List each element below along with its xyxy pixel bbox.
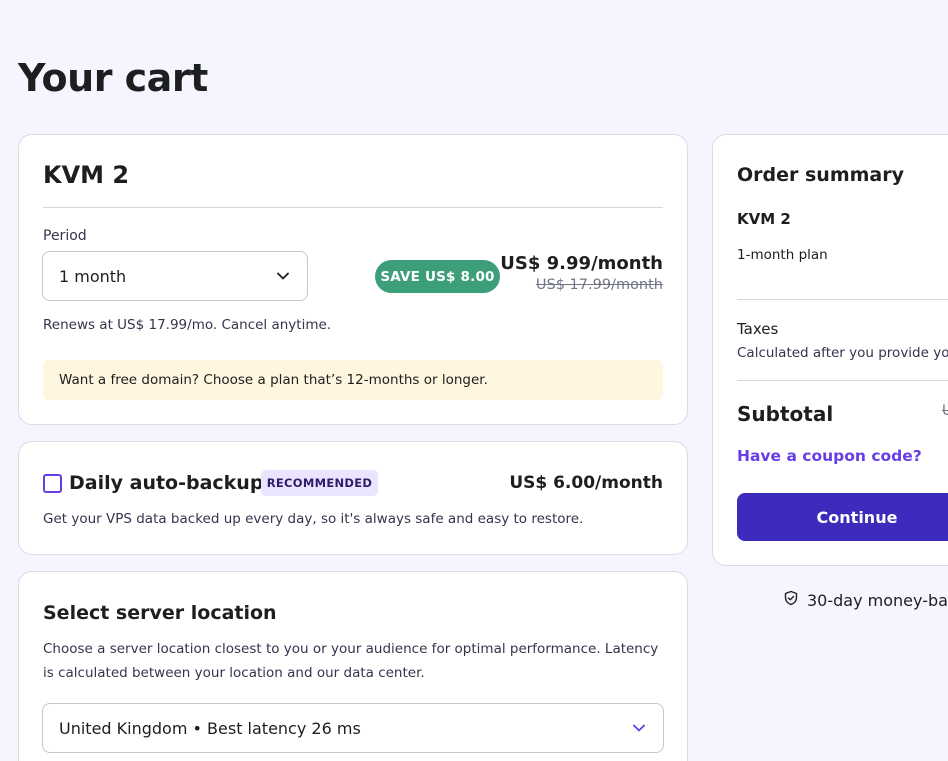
taxes-note: Calculated after you provide you — [737, 345, 948, 361]
save-badge: SAVE US$ 8.00 — [375, 260, 500, 293]
money-back-guarantee-text: 30-day money-bac — [807, 590, 948, 610]
shield-check-icon — [783, 590, 799, 610]
server-location-value: United Kingdom • Best latency 26 ms — [59, 718, 361, 738]
server-location-description: Choose a server location closest to you … — [43, 641, 659, 681]
chevron-down-icon — [631, 720, 647, 736]
backup-checkbox[interactable] — [43, 474, 62, 493]
plan-card: KVM 2 Period 1 month SAVE US$ 8.00 US$ 9… — [18, 134, 688, 425]
taxes-label: Taxes — [737, 320, 779, 338]
order-summary-title: Order summary — [737, 164, 905, 186]
backup-description: Get your VPS data backed up every day, s… — [43, 511, 584, 527]
subtotal-value: U — [942, 403, 948, 419]
plan-old-price: US$ 17.99/month — [535, 277, 663, 293]
recommended-badge: RECOMMENDED — [261, 470, 378, 496]
order-summary-card: Order summary KVM 2 1-month plan Taxes C… — [712, 134, 948, 566]
plan-name: KVM 2 — [43, 161, 130, 189]
backup-card: Daily auto-backup RECOMMENDED US$ 6.00/m… — [18, 441, 688, 555]
backup-price: US$ 6.00/month — [509, 473, 663, 493]
money-back-guarantee: 30-day money-bac — [783, 590, 948, 610]
period-label: Period — [43, 228, 87, 244]
coupon-code-link[interactable]: Have a coupon code? — [737, 447, 922, 465]
server-location-title: Select server location — [43, 602, 277, 624]
continue-button[interactable]: Continue — [737, 493, 948, 541]
summary-plan-name: KVM 2 — [737, 210, 791, 228]
server-location-select[interactable]: United Kingdom • Best latency 26 ms — [42, 703, 664, 753]
summary-divider — [737, 299, 948, 300]
server-location-card: Select server location Choose a server l… — [18, 571, 688, 761]
summary-divider — [737, 380, 948, 381]
period-select[interactable]: 1 month — [42, 251, 308, 301]
page-title: Your cart — [18, 56, 208, 100]
plan-divider — [43, 207, 663, 208]
plan-price: US$ 9.99/month — [500, 253, 663, 274]
backup-title: Daily auto-backup — [69, 472, 264, 494]
subtotal-label: Subtotal — [737, 402, 834, 426]
free-domain-note: Want a free domain? Choose a plan that’s… — [43, 360, 663, 400]
chevron-down-icon — [275, 268, 291, 284]
period-value: 1 month — [59, 266, 127, 286]
renewal-note: Renews at US$ 17.99/mo. Cancel anytime. — [43, 317, 332, 333]
summary-plan-period: 1-month plan — [737, 247, 828, 263]
